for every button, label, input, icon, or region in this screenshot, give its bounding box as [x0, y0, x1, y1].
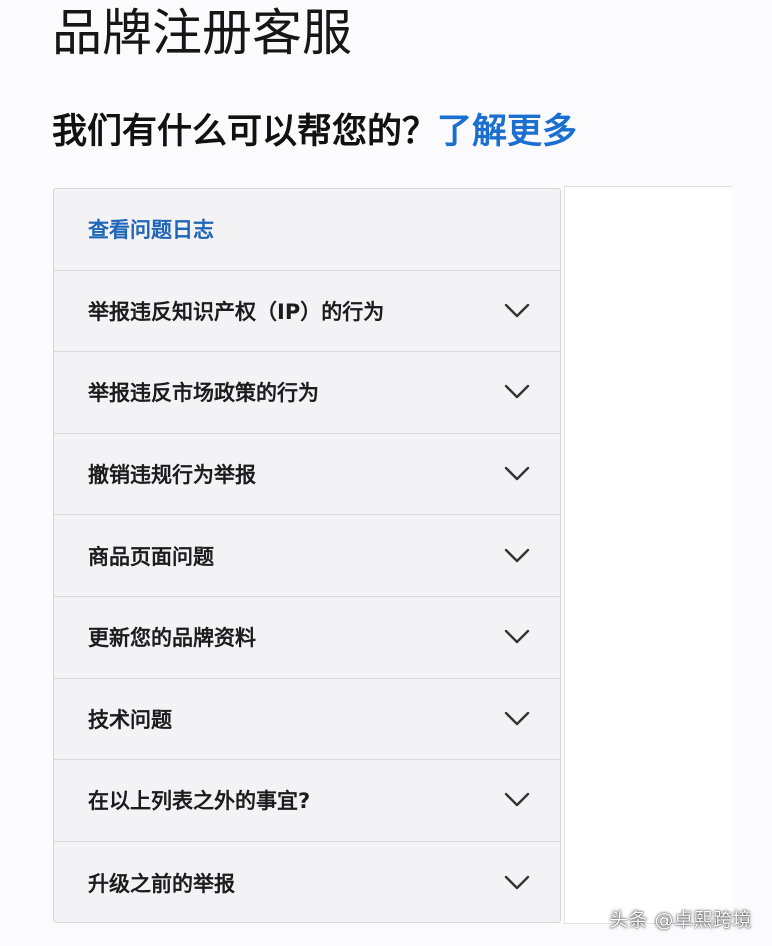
menu-item-label: 升级之前的举报 — [88, 871, 235, 896]
menu-item-label: 举报违反市场政策的行为 — [88, 381, 319, 406]
menu-item-report-ip-violation[interactable]: 举报违反知识产权（IP）的行为 — [54, 271, 560, 353]
chevron-down-icon — [504, 548, 530, 562]
menu-item-other-matters[interactable]: 在以上列表之外的事宜? — [54, 760, 560, 842]
page-title: 品牌注册客服 — [52, 4, 352, 62]
view-issue-log-label: 查看问题日志 — [88, 218, 214, 243]
menu-item-label: 撤销违规行为举报 — [88, 463, 256, 488]
chevron-down-icon — [504, 303, 530, 318]
menu-item-label: 技术问题 — [88, 707, 172, 732]
menu-item-technical-issues[interactable]: 技术问题 — [54, 679, 560, 761]
side-panel — [564, 186, 732, 924]
chevron-down-icon — [504, 466, 530, 481]
watermark: 头条 @卓熙跨境 — [608, 909, 752, 931]
menu-item-escalate-report[interactable]: 升级之前的举报 — [54, 842, 560, 922]
chevron-down-icon — [504, 793, 530, 807]
view-issue-log-link[interactable]: 查看问题日志 — [54, 189, 560, 271]
chevron-down-icon — [504, 875, 530, 889]
help-menu: 查看问题日志 举报违反知识产权（IP）的行为 举报违反市场政策的行为 撤销违规行… — [53, 188, 561, 923]
chevron-down-icon — [504, 711, 530, 726]
chevron-down-icon — [504, 630, 530, 644]
menu-item-update-brand-profile[interactable]: 更新您的品牌资料 — [54, 597, 560, 679]
menu-item-label: 更新您的品牌资料 — [88, 626, 256, 651]
menu-item-label: 商品页面问题 — [88, 544, 214, 569]
learn-more-link[interactable]: 了解更多 — [437, 112, 577, 152]
menu-item-listing-issues[interactable]: 商品页面问题 — [54, 515, 560, 597]
menu-item-label: 在以上列表之外的事宜? — [88, 789, 311, 814]
help-heading: 我们有什么可以帮您的？了解更多 — [52, 108, 577, 156]
menu-item-report-policy-violation[interactable]: 举报违反市场政策的行为 — [54, 352, 560, 434]
menu-item-retract-report[interactable]: 撤销违规行为举报 — [54, 434, 560, 516]
help-question: 我们有什么可以帮您的？ — [52, 112, 438, 152]
chevron-down-icon — [504, 385, 530, 399]
menu-item-label: 举报违反知识产权（IP）的行为 — [88, 299, 385, 324]
